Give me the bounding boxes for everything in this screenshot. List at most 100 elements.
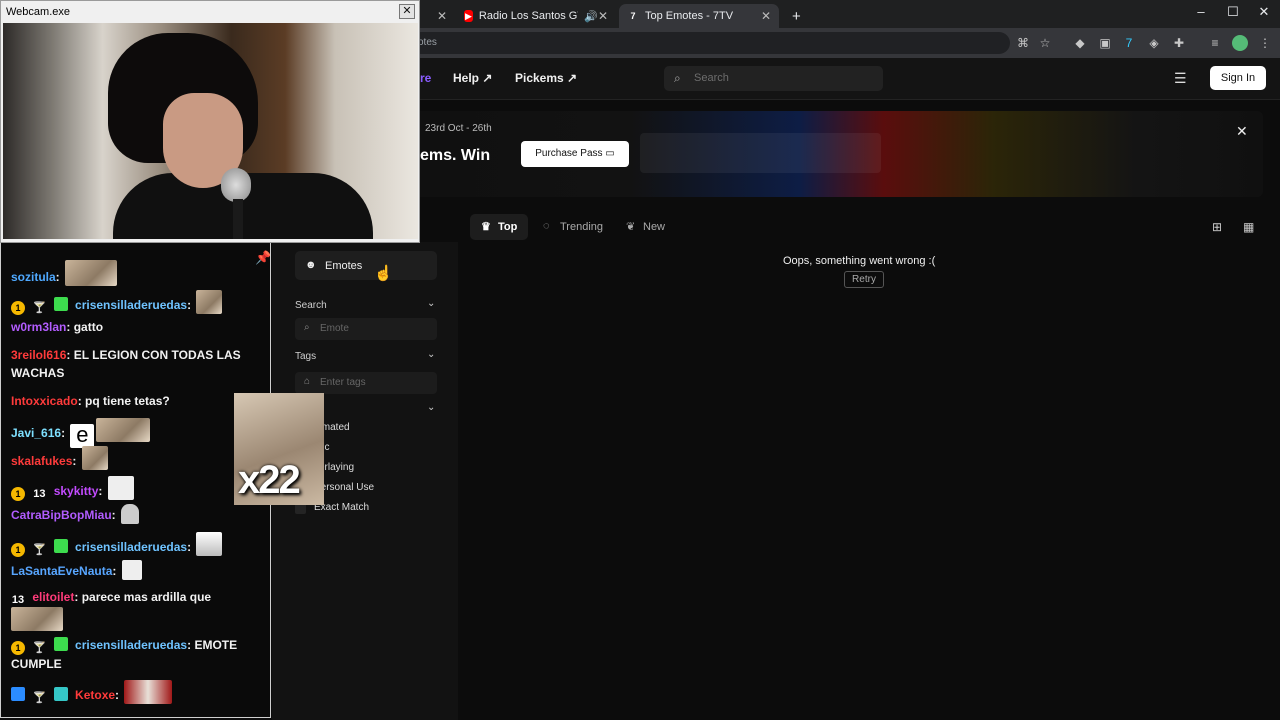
minimize-button[interactable]: –	[1184, 4, 1218, 24]
cat-emote	[96, 418, 151, 442]
chat-message: Intoxxicado: pq tiene tetas?	[11, 394, 170, 408]
tab-top[interactable]: ♛ Top	[470, 214, 528, 240]
chat-username[interactable]: Intoxxicado	[11, 394, 78, 408]
extension-icon[interactable]: ◆	[1072, 35, 1088, 51]
chat-username[interactable]: elitoilet	[32, 590, 74, 604]
purchase-label: Purchase Pass	[535, 148, 603, 159]
cocktail-badge-icon: 🍸	[32, 544, 47, 556]
profile-avatar[interactable]	[1232, 35, 1248, 51]
extension-icon[interactable]: ◈	[1146, 35, 1162, 51]
site-search-input[interactable]: ⌕ Search	[664, 66, 883, 91]
ticket-icon: ▭	[605, 148, 615, 159]
new-tab-button[interactable]: +	[784, 4, 804, 28]
tags-section-label: Tags	[295, 351, 317, 362]
pickems-label: Pickems	[515, 71, 564, 85]
sub-badge-icon: 1	[11, 641, 25, 655]
cat-emote	[11, 607, 63, 631]
extension-icon[interactable]: ▣	[1097, 35, 1113, 51]
hamburger-menu-icon[interactable]: ☰	[1174, 70, 1187, 87]
translate-icon[interactable]: ⌘	[1015, 35, 1031, 51]
close-window-button[interactable]: ✕	[1247, 4, 1280, 24]
nav-link-pickems[interactable]: Pickems ↗	[515, 71, 577, 85]
grid-small-icon[interactable]: ▦	[1243, 220, 1254, 234]
tab-close-icon[interactable]: ✕	[761, 9, 771, 23]
chat-username[interactable]: Ketoxe	[75, 688, 115, 702]
external-link-icon: ↗	[482, 71, 493, 85]
chat-message: 1 🍸 crisensilladeruedas:	[11, 290, 256, 315]
browser-tab-radio[interactable]: ▶ Radio Los Santos GTA San 🔊 ✕	[456, 4, 616, 28]
tab-new[interactable]: ❦ New	[615, 214, 677, 240]
chat-username[interactable]: Javi_616	[11, 426, 61, 440]
tab-close-icon[interactable]: ✕	[437, 9, 447, 23]
chat-username[interactable]: LaSantaEveNauta	[11, 564, 112, 578]
retry-button[interactable]: Retry	[844, 271, 884, 288]
verified-badge-icon	[53, 297, 68, 311]
banner-title: ems. Win	[420, 147, 491, 164]
chat-panel: 📌 sozitula: 1 🍸 crisensilladeruedas: w0r…	[0, 238, 271, 718]
close-icon[interactable]: ✕	[1236, 123, 1248, 140]
browser-tab-1[interactable]: ✕	[420, 4, 455, 28]
prime-badge-icon	[11, 687, 25, 701]
youtube-icon: ▶	[464, 10, 473, 22]
chevron-down-icon[interactable]: ⌄	[427, 349, 435, 360]
chevron-down-icon[interactable]: ⌄	[427, 298, 435, 309]
sticker-emote	[121, 560, 142, 580]
7tv-extension-icon[interactable]: 7	[1121, 35, 1137, 51]
speaker-icon: 🔊	[584, 10, 598, 23]
chat-message: sozitula:	[11, 260, 256, 286]
nav-link-store[interactable]: re	[420, 71, 431, 85]
chat-username[interactable]: CatraBipBopMiau	[11, 508, 112, 522]
pin-icon[interactable]: 📌	[255, 250, 270, 266]
error-message: Oops, something went wrong :(	[783, 255, 936, 267]
chat-username[interactable]: sozitula	[11, 270, 56, 284]
sign-in-button[interactable]: Sign In	[1210, 66, 1266, 90]
verified-badge-icon	[53, 637, 68, 651]
puzzle-icon[interactable]: ✚	[1171, 35, 1187, 51]
external-link-icon: ↗	[567, 71, 578, 85]
chat-message: 1 🍸 crisensilladeruedas:	[11, 532, 256, 557]
cat-emote	[81, 446, 108, 470]
emote-search-input[interactable]: ⌕ Emote	[295, 318, 437, 340]
tab-trending-label: Trending	[560, 221, 604, 233]
tab-trending[interactable]: ◌ Trending	[532, 214, 612, 240]
cat-emote	[196, 290, 223, 314]
chat-username[interactable]: crisensilladeruedas	[75, 638, 187, 652]
cat-emote	[196, 532, 223, 556]
chat-username[interactable]: crisensilladeruedas	[75, 540, 187, 554]
chevron-down-icon[interactable]: ⌄	[427, 402, 435, 413]
nav-link-help[interactable]: Help ↗	[453, 71, 492, 85]
grid-large-icon[interactable]: ⊞	[1212, 220, 1222, 234]
maximize-button[interactable]: ☐	[1216, 4, 1250, 24]
site-nav: re Help ↗ Pickems ↗ ⌕ Search ☰ Sign In	[420, 58, 1280, 100]
sub-badge-icon: 1	[11, 301, 25, 315]
tab-close-icon[interactable]: ✕	[598, 9, 608, 23]
ghost-emote	[121, 504, 140, 524]
media-control-icon[interactable]: ≡	[1207, 35, 1223, 51]
address-text: otes	[418, 37, 437, 48]
emote-placeholder: Emote	[320, 323, 349, 334]
bookmark-star-icon[interactable]: ☆	[1037, 35, 1053, 51]
chat-username[interactable]: skykitty	[54, 484, 99, 498]
help-label: Help	[453, 71, 480, 85]
purchase-pass-button[interactable]: Purchase Pass ▭	[521, 141, 629, 167]
webcam-close-button[interactable]: ✕	[399, 4, 415, 19]
cat-emote	[107, 476, 134, 500]
chat-username[interactable]: w0rm3lan	[11, 320, 66, 334]
tags-input[interactable]: ⌂ Enter tags	[295, 372, 437, 394]
search-icon: ⌕	[674, 71, 681, 85]
chat-username[interactable]: skalafukes	[11, 454, 72, 468]
7tv-icon: 7	[630, 11, 636, 21]
tab-title: Top Emotes - 7TV	[645, 10, 734, 22]
chat-message: 3reilol616: EL LEGION CON TODAS LAS WACH…	[11, 348, 241, 380]
tab-title: Radio Los Santos GTA San	[478, 10, 578, 22]
chat-username[interactable]: 3reilol616	[11, 348, 66, 362]
address-bar[interactable]: otes	[410, 32, 1010, 54]
browser-tab-7tv[interactable]: 7 Top Emotes - 7TV ✕	[619, 4, 779, 28]
webcam-feed	[3, 23, 418, 239]
chat-message: 1 🍸 crisensilladeruedas: EMOTE CUMPLE	[11, 637, 238, 671]
more-menu-icon[interactable]: ⋮	[1257, 35, 1273, 51]
emotes-button[interactable]: ☻ Emotes	[295, 251, 437, 280]
chat-username[interactable]: crisensilladeruedas	[75, 298, 187, 312]
trophy-icon: ♛	[481, 221, 491, 233]
promo-banner: 23rd Oct - 26th ems. Win Purchase Pass ▭…	[420, 111, 1263, 197]
